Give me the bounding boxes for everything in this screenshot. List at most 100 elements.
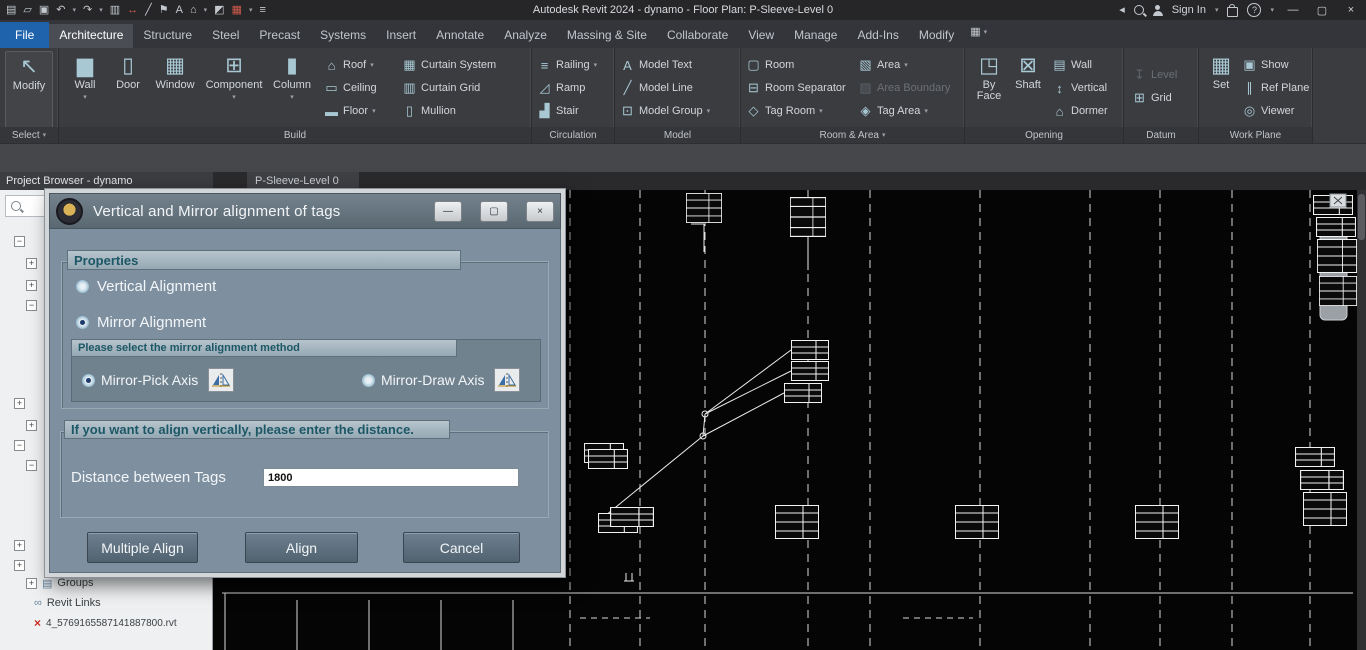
dialog-minimize-button[interactable]: —: [434, 200, 462, 222]
search-icon[interactable]: [1133, 5, 1144, 15]
model-line-button[interactable]: ╱ Model Line: [620, 78, 735, 98]
tree-row[interactable]: −: [14, 234, 25, 248]
panel-label-circulation[interactable]: Circulation: [532, 127, 614, 143]
save-icon[interactable]: ▣: [39, 0, 49, 20]
default-3d-view-icon[interactable]: ⌂: [190, 0, 197, 20]
close-button[interactable]: ×: [1341, 4, 1361, 16]
switch-windows-icon[interactable]: ▦: [232, 0, 242, 20]
mirror-draw-axis-icon-button[interactable]: [494, 368, 521, 392]
help-caret-icon[interactable]: ▾: [1270, 6, 1274, 14]
grid-button[interactable]: ⊞ Grid: [1132, 88, 1190, 108]
ceiling-button[interactable]: ▭ Ceiling: [324, 78, 392, 98]
expand-icon[interactable]: +: [14, 539, 25, 551]
collapse-icon[interactable]: −: [26, 299, 37, 311]
vertical-alignment-option[interactable]: Vertical Alignment: [76, 278, 216, 295]
tree-row[interactable]: +: [26, 256, 37, 270]
expand-icon[interactable]: +: [14, 397, 25, 409]
model-group-button[interactable]: ⊡ Model Group ▾: [620, 101, 735, 121]
set-button[interactable]: ▦ Set: [1204, 51, 1238, 127]
tab-massing-site[interactable]: Massing & Site: [557, 24, 657, 48]
tree-row-link-file[interactable]: × 4_5769165587141887800.rvt: [34, 616, 177, 630]
thin-lines-icon[interactable]: ≡: [260, 0, 266, 20]
component-button[interactable]: ⊞ Component ▾: [202, 51, 266, 127]
modify-button[interactable]: ↖ Modify: [5, 51, 53, 129]
tab-precast[interactable]: Precast: [249, 24, 310, 48]
panel-label-work-plane[interactable]: Work Plane: [1199, 127, 1312, 143]
tag-area-button[interactable]: ◈ Tag Area ▾: [858, 101, 958, 121]
measure-icon[interactable]: ↔: [127, 0, 138, 20]
room-separator-button[interactable]: ⊟ Room Separator: [746, 78, 856, 98]
line-icon[interactable]: ╱: [145, 0, 152, 20]
tag-icon[interactable]: ⚑: [159, 0, 169, 20]
collapse-icon[interactable]: −: [14, 439, 25, 451]
open-folder-icon[interactable]: ▱: [23, 0, 31, 20]
window-button[interactable]: ▦ Window: [150, 51, 200, 127]
ramp-button[interactable]: ◿ Ramp: [537, 78, 609, 98]
tree-row[interactable]: +: [14, 558, 25, 572]
panel-label-datum[interactable]: Datum: [1124, 127, 1198, 143]
door-button[interactable]: ▯ Door: [108, 51, 148, 127]
tab-manage[interactable]: Manage: [784, 24, 847, 48]
tag-room-button[interactable]: ◇ Tag Room ▾: [746, 101, 856, 121]
text-icon[interactable]: A: [176, 0, 183, 20]
maximize-button[interactable]: ▢: [1312, 4, 1332, 17]
vertical-opening-button[interactable]: ↕ Vertical: [1052, 78, 1116, 98]
undo-icon[interactable]: ↶: [56, 0, 65, 20]
expand-icon[interactable]: +: [26, 257, 37, 269]
multiple-align-button[interactable]: Multiple Align: [87, 532, 198, 563]
tree-row[interactable]: +: [26, 278, 37, 292]
sign-in-label[interactable]: Sign In: [1172, 4, 1206, 16]
dialog-maximize-button[interactable]: ▢: [480, 200, 508, 222]
redo-caret-icon[interactable]: ▾: [99, 6, 103, 14]
help-icon[interactable]: ?: [1247, 3, 1262, 17]
tree-row[interactable]: −: [26, 298, 37, 312]
panel-label-model[interactable]: Model: [615, 127, 740, 143]
app-store-icon[interactable]: [1227, 3, 1239, 17]
mirror-draw-axis-option[interactable]: Mirror-Draw Axis: [362, 368, 521, 392]
wall-button[interactable]: ▆ Wall ▾: [64, 51, 106, 127]
curtain-grid-button[interactable]: ▥ Curtain Grid: [402, 78, 506, 98]
column-button[interactable]: ▮ Column ▾: [268, 51, 316, 127]
view-caret-icon[interactable]: ▾: [204, 6, 208, 14]
ref-plane-button[interactable]: ∥ Ref Plane: [1242, 78, 1310, 98]
expand-icon[interactable]: +: [26, 279, 37, 291]
section-icon[interactable]: ◩: [214, 0, 224, 20]
tree-row-groups[interactable]: + ▤ Groups: [26, 576, 93, 590]
tab-view[interactable]: View: [738, 24, 784, 48]
expand-icon[interactable]: +: [14, 559, 25, 571]
expand-icon[interactable]: +: [26, 419, 37, 431]
mirror-pick-axis-radio[interactable]: [82, 373, 95, 387]
dialog-close-button[interactable]: ×: [526, 200, 554, 222]
tree-row[interactable]: +: [14, 538, 25, 552]
mirror-pick-axis-icon-button[interactable]: [208, 368, 235, 392]
vertical-scrollbar[interactable]: [1357, 190, 1366, 650]
by-face-button[interactable]: ◳ By Face: [970, 51, 1008, 127]
minimize-button[interactable]: —: [1283, 4, 1303, 16]
undo-caret-icon[interactable]: ▾: [73, 6, 77, 14]
tree-row[interactable]: −: [14, 438, 25, 452]
print-icon[interactable]: ▥: [110, 0, 120, 20]
redo-icon[interactable]: ↷: [83, 0, 92, 20]
tab-modify[interactable]: Modify: [909, 24, 964, 48]
curtain-system-button[interactable]: ▦ Curtain System: [402, 55, 506, 75]
switch-windows-caret-icon[interactable]: ▾: [249, 6, 253, 14]
viewer-button[interactable]: ◎ Viewer: [1242, 101, 1310, 121]
tab-systems[interactable]: Systems: [310, 24, 376, 48]
tab-architecture[interactable]: Architecture: [49, 24, 134, 48]
tab-analyze[interactable]: Analyze: [494, 24, 557, 48]
vertical-alignment-radio[interactable]: [76, 280, 89, 293]
area-button[interactable]: ▧ Area ▾: [858, 55, 958, 75]
mirror-draw-axis-radio[interactable]: [362, 373, 375, 387]
expand-icon[interactable]: +: [26, 577, 37, 589]
collapse-icon[interactable]: −: [14, 235, 25, 247]
tab-collaborate[interactable]: Collaborate: [657, 24, 738, 48]
tab-file[interactable]: File: [0, 22, 50, 48]
tree-row-revit-links[interactable]: ∞ Revit Links: [34, 596, 101, 610]
user-icon[interactable]: [1152, 5, 1163, 16]
tree-row[interactable]: +: [26, 418, 37, 432]
ribbon-options-button[interactable]: ▦ ▾: [970, 22, 987, 48]
tab-insert[interactable]: Insert: [376, 24, 426, 48]
railing-button[interactable]: ≡ Railing ▾: [537, 55, 609, 75]
cancel-button[interactable]: Cancel: [403, 532, 520, 563]
floor-button[interactable]: ▬ Floor ▾: [324, 101, 392, 121]
